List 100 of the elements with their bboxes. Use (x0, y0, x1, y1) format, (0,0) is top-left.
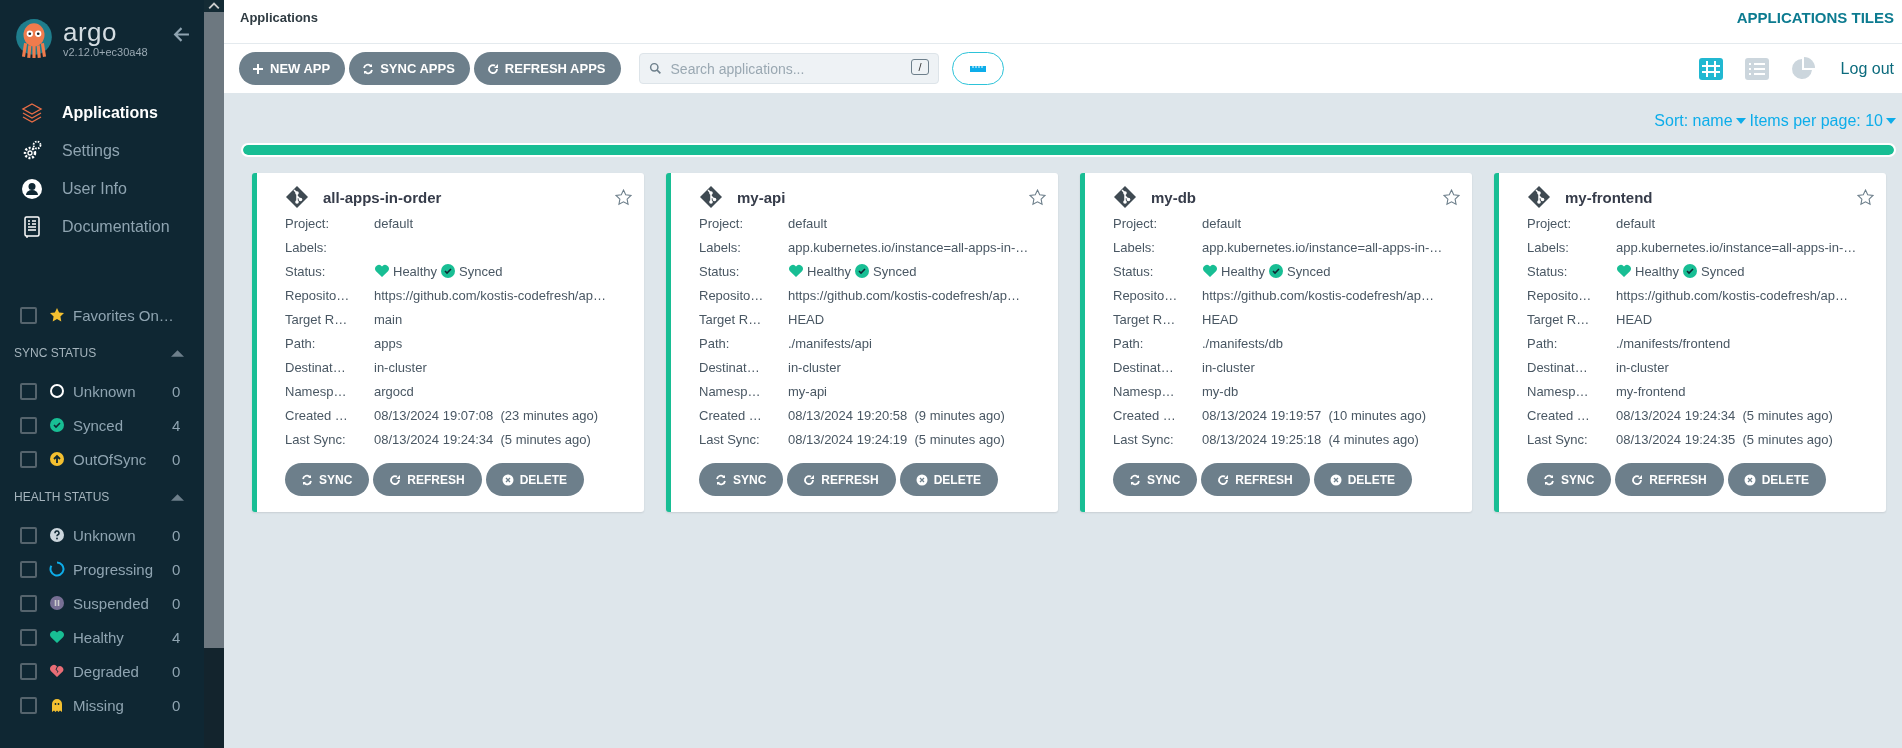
scrollbar-thumb[interactable] (204, 648, 224, 748)
spinner-icon (49, 561, 65, 577)
filter-label: Suspended (73, 594, 149, 612)
plus-icon (252, 62, 264, 75)
field-label: Last Sync: (285, 431, 347, 447)
app-action-button[interactable]: REFRESH (373, 463, 482, 496)
user-icon (20, 177, 44, 201)
nav-item[interactable]: User Info (0, 170, 204, 208)
app-card[interactable] (1494, 173, 1886, 512)
field-value: 08/13/2024 19:25:18 (4 minutes ago) (1202, 431, 1419, 447)
app-action-button[interactable]: SYNC (699, 463, 784, 496)
check-circle-icon (49, 417, 65, 433)
filter-toggle-button[interactable] (951, 52, 1004, 85)
star-icon[interactable] (615, 188, 632, 206)
app-action-button[interactable]: REFRESH (787, 463, 896, 496)
git-icon (1527, 185, 1551, 209)
nav-item[interactable]: Settings (0, 132, 204, 170)
app-action-button[interactable]: DELETE (1727, 463, 1827, 496)
field-label: Labels: (1527, 239, 1570, 255)
field-value: in-cluster (374, 359, 427, 375)
check-circle-icon (1268, 263, 1285, 279)
star-icon[interactable] (1857, 188, 1874, 206)
app-action-button[interactable]: REFRESH (1201, 463, 1310, 496)
version-text: v2.12.0+ec30a48 (63, 46, 148, 58)
checkbox[interactable] (20, 306, 37, 324)
chevron-up-icon[interactable] (204, 0, 224, 12)
field-label: Last Sync: (1113, 431, 1175, 447)
app-action-button[interactable]: DELETE (485, 463, 585, 496)
checkbox[interactable] (20, 450, 37, 468)
ghost-icon (49, 697, 65, 713)
app-action-button[interactable]: REFRESH (1615, 463, 1724, 496)
broken-heart-icon (49, 663, 65, 679)
field-label: Last Sync: (1527, 431, 1589, 447)
field-label: Target R… (699, 311, 763, 327)
checkbox[interactable] (20, 416, 37, 434)
checkbox[interactable] (20, 526, 37, 544)
app-name[interactable]: my-frontend (1565, 188, 1653, 206)
field-label: Status: (1527, 263, 1569, 279)
caret-up-icon[interactable] (171, 349, 184, 357)
app-name[interactable]: all-apps-in-order (323, 188, 442, 206)
field-value: default (1616, 215, 1656, 231)
field-label: Status: (699, 263, 741, 279)
star-icon[interactable] (1029, 188, 1046, 206)
app-action-button[interactable]: DELETE (899, 463, 999, 496)
refresh-icon (486, 62, 499, 75)
field-label: Reposito… (285, 287, 351, 303)
nav-item[interactable]: Applications (0, 94, 204, 132)
git-icon (1113, 185, 1137, 209)
checkbox[interactable] (20, 560, 37, 578)
filter-count: 0 (172, 662, 182, 680)
nav-item[interactable]: Documentation (0, 208, 204, 246)
caret-up-icon[interactable] (171, 493, 184, 501)
checkbox[interactable] (20, 594, 37, 612)
health-status: Healthy (1221, 263, 1266, 279)
field-value: in-cluster (1616, 359, 1669, 375)
app-name[interactable]: my-api (737, 188, 786, 206)
close-circle-icon (915, 473, 928, 486)
scrollbar[interactable] (204, 0, 224, 748)
toolbar-button[interactable]: NEW APP (239, 52, 346, 85)
sync-icon (1129, 473, 1141, 486)
health-status: Healthy (393, 263, 438, 279)
field-label: Target R… (1527, 311, 1591, 327)
close-circle-icon (501, 473, 514, 486)
field-value: apps (374, 335, 403, 351)
filter-label: Unknown (73, 526, 136, 544)
app-action-button[interactable]: SYNC (1113, 463, 1198, 496)
app-action-button[interactable]: SYNC (1527, 463, 1612, 496)
collapse-arrow-icon[interactable] (173, 26, 190, 43)
field-label: Path: (699, 335, 731, 351)
list-view-icon[interactable] (1744, 55, 1771, 82)
sync-status: Synced (1701, 263, 1745, 279)
app-name[interactable]: my-db (1151, 188, 1196, 206)
app-card[interactable] (1080, 173, 1472, 512)
field-value: 08/13/2024 19:07:08 (23 minutes ago) (374, 407, 599, 423)
checkbox[interactable] (20, 382, 37, 400)
logout-link[interactable]: Log out (1840, 59, 1894, 78)
refresh-icon (1631, 473, 1644, 486)
filter-label: Unknown (73, 382, 136, 400)
tiles-view-icon[interactable] (1698, 55, 1725, 82)
app-card[interactable] (666, 173, 1058, 512)
field-value: my-frontend (1616, 383, 1686, 399)
field-label: Created … (699, 407, 763, 423)
search-icon (648, 62, 662, 75)
star-icon[interactable] (1443, 188, 1460, 206)
layers-icon (20, 101, 44, 125)
field-value: app.kubernetes.io/instance=all-apps-in-… (788, 239, 1029, 255)
refresh-icon (389, 473, 402, 486)
field-label: Path: (1113, 335, 1145, 351)
ruler-icon (969, 65, 986, 72)
app-action-button[interactable]: DELETE (1313, 463, 1413, 496)
toolbar-button[interactable]: REFRESH APPS (473, 52, 621, 85)
checkbox[interactable] (20, 628, 37, 646)
pie-chart-icon[interactable] (1790, 55, 1817, 82)
checkbox[interactable] (20, 696, 37, 714)
app-card[interactable] (252, 173, 644, 512)
checkbox[interactable] (20, 662, 37, 680)
app-action-button[interactable]: SYNC (285, 463, 370, 496)
heart-icon (1202, 263, 1218, 279)
field-label: Reposito… (1113, 287, 1179, 303)
toolbar-button[interactable]: SYNC APPS (349, 52, 470, 85)
